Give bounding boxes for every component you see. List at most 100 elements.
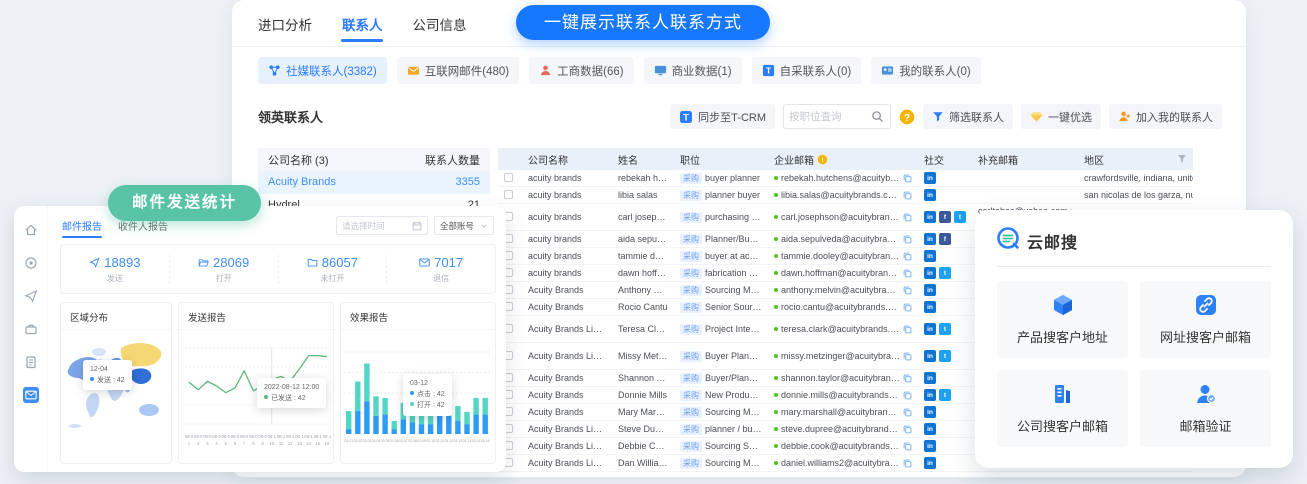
title-cell: 采购planner / buyer / pr (674, 424, 768, 435)
linkedin-icon[interactable]: in (924, 423, 936, 435)
copy-icon[interactable] (903, 459, 912, 468)
title-cell: 采购Sourcing Manager - (674, 407, 768, 418)
report-icon[interactable] (23, 354, 39, 370)
copy-icon[interactable] (903, 352, 912, 361)
sync-tcrm-button[interactable]: T 同步至T-CRM (670, 104, 775, 129)
mail-icon[interactable] (23, 387, 39, 403)
filter-chip[interactable]: 工商数据(66) (529, 57, 633, 84)
customers-icon[interactable] (23, 255, 39, 271)
linkedin-icon[interactable]: in (924, 267, 936, 279)
copy-icon[interactable] (903, 174, 912, 183)
position-search-input[interactable] (789, 111, 871, 123)
copy-icon[interactable] (903, 191, 912, 200)
copy-icon[interactable] (903, 425, 912, 434)
linkedin-icon[interactable]: in (924, 233, 936, 245)
folder-icon (307, 257, 318, 268)
twitter-icon[interactable]: t (939, 389, 951, 401)
linkedin-icon[interactable]: in (924, 284, 936, 296)
date-input[interactable] (342, 221, 406, 231)
copy-icon[interactable] (903, 286, 912, 295)
company-row[interactable]: Acuity Brands3355 (258, 171, 490, 194)
facebook-icon[interactable]: f (939, 233, 951, 245)
copy-icon[interactable] (903, 391, 912, 400)
linkedin-icon[interactable]: in (924, 350, 936, 362)
tab-1[interactable]: 联系人 (342, 14, 383, 42)
filter-chip[interactable]: 我的联系人(0) (871, 57, 981, 84)
add-to-my-contacts-button[interactable]: 加入我的联系人 (1109, 104, 1222, 129)
linkedin-icon[interactable]: in (924, 172, 936, 184)
briefcase-icon[interactable] (23, 321, 39, 337)
home-icon[interactable] (23, 222, 39, 238)
svg-text:9: 9 (261, 441, 264, 446)
linkedin-icon[interactable]: in (924, 250, 936, 262)
copy-icon[interactable] (903, 252, 912, 261)
contact-row[interactable]: acuity brands libia salas 采购planner buye… (498, 187, 1193, 204)
title-cell: 采购Buyer Planner (674, 351, 768, 362)
svg-text:11: 11 (279, 441, 284, 446)
filter-contacts-button[interactable]: 筛选联系人 (923, 104, 1013, 129)
svg-text:12: 12 (288, 441, 293, 446)
linkedin-icon[interactable]: in (924, 372, 936, 384)
facebook-icon[interactable]: f (939, 211, 951, 223)
linkedin-icon[interactable]: in (924, 389, 936, 401)
email-hint-icon[interactable]: ! (817, 154, 828, 165)
email-cell: dawn.hoffman@acuitybrands.com (768, 268, 918, 278)
copy-icon[interactable] (903, 374, 912, 383)
copy-icon[interactable] (903, 303, 912, 312)
row-checkbox[interactable] (504, 173, 513, 182)
svg-text:08-0: 08-0 (203, 434, 212, 439)
linkedin-icon[interactable]: in (924, 211, 936, 223)
stats-tab[interactable]: 收件人报告 (118, 218, 168, 238)
email-cell: donnie.mills@acuitybrands.com (768, 390, 918, 400)
tab-2[interactable]: 公司信息 (413, 14, 467, 42)
filter-chip[interactable]: 社媒联系人(3382) (258, 57, 387, 84)
link-icon (1194, 293, 1218, 320)
linkedin-icon[interactable]: in (924, 440, 936, 452)
position-search-box[interactable] (783, 104, 891, 129)
svg-text:08-1: 08-1 (268, 434, 277, 439)
stats-tab[interactable]: 邮件报告 (62, 218, 102, 238)
mailsearch-card[interactable]: 网址搜客户邮箱 (1140, 281, 1271, 358)
copy-icon[interactable] (903, 235, 912, 244)
help-icon[interactable]: ? (899, 109, 915, 125)
twitter-icon[interactable]: t (939, 350, 951, 362)
tab-0[interactable]: 进口分析 (258, 14, 312, 42)
mailsearch-card[interactable]: 公司搜客户邮箱 (997, 370, 1128, 447)
filter-chip[interactable]: T自采联系人(0) (752, 57, 862, 84)
company-table-header: 公司名称 (3) 联系人数量 (258, 148, 490, 171)
linkedin-icon[interactable]: in (924, 301, 936, 313)
social-cell: in (918, 440, 972, 452)
send-icon[interactable] (23, 288, 39, 304)
region-filter-icon[interactable] (1177, 154, 1187, 164)
copy-icon[interactable] (903, 213, 912, 222)
search-icon[interactable] (871, 110, 884, 123)
filter-chip[interactable]: 互联网邮件(480) (397, 57, 519, 84)
twitter-icon[interactable]: t (939, 267, 951, 279)
one-click-optimize-button[interactable]: 一键优选 (1021, 104, 1101, 129)
svg-text:08-0: 08-0 (240, 434, 249, 439)
linkedin-icon[interactable]: in (924, 457, 936, 469)
account-select[interactable]: 全部账号 (434, 216, 494, 235)
row-checkbox[interactable] (504, 190, 513, 199)
copy-icon[interactable] (903, 442, 912, 451)
effect-report-card: 效果报告 03-0103-0203-0303-0403-0503-0603-07… (340, 302, 496, 464)
date-range-picker[interactable] (336, 216, 428, 235)
linkedin-icon[interactable]: in (924, 323, 936, 335)
callout-badge: 一键展示联系人联系方式 (516, 5, 770, 40)
linkedin-icon[interactable]: in (924, 406, 936, 418)
contact-row[interactable]: acuity brands rebekah hutchens 采购buyer p… (498, 170, 1193, 187)
mailsearch-card[interactable]: 产品搜客户地址 (997, 281, 1128, 358)
social-cell: in (918, 284, 972, 296)
copy-icon[interactable] (903, 325, 912, 334)
svg-text:?: ? (904, 112, 910, 123)
company-cell: acuity brands (522, 234, 612, 244)
filter-chip[interactable]: 商业数据(1) (644, 57, 742, 84)
copy-icon[interactable] (903, 408, 912, 417)
title-cell: 采购planner buyer (674, 190, 768, 201)
twitter-icon[interactable]: t (954, 211, 966, 223)
company-cell: Acuity Brands Lighting (522, 424, 612, 434)
linkedin-icon[interactable]: in (924, 189, 936, 201)
copy-icon[interactable] (903, 269, 912, 278)
mailsearch-card[interactable]: 邮箱验证 (1140, 370, 1271, 447)
twitter-icon[interactable]: t (939, 323, 951, 335)
